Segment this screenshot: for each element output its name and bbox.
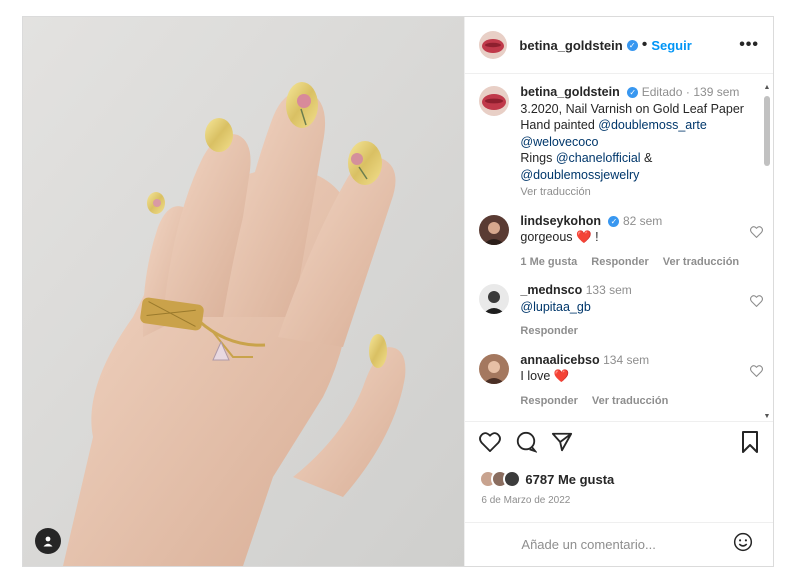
hand-with-gold-nails-image — [23, 17, 465, 566]
mention-link[interactable]: @welovecoco — [520, 135, 598, 149]
commenter-username[interactable]: lindseykohon — [520, 214, 601, 228]
scroll-down-arrow-icon[interactable]: ▼ — [763, 413, 771, 420]
person-icon — [43, 536, 53, 547]
comment-likes-count[interactable]: 1 Me gusta — [520, 254, 577, 271]
comment-body: annaalicebso 134 sem I love ❤️ Responder… — [520, 352, 749, 410]
separator-dot: • — [641, 36, 648, 53]
commenter-avatar[interactable] — [479, 284, 510, 314]
post-details-panel: betina_goldstein ✓ • Seguir ••• betina_g… — [464, 17, 773, 566]
see-translation-link[interactable]: Ver traducción — [663, 254, 739, 271]
caption-avatar[interactable] — [479, 86, 510, 116]
comment-item: _mednsco 133 sem @lupitaa_gb Responder — [479, 282, 763, 340]
comment-text: gorgeous — [520, 230, 573, 244]
comment-time[interactable]: 133 sem — [586, 283, 632, 297]
comment-time[interactable]: 82 sem — [623, 214, 662, 228]
commenter-avatar[interactable] — [479, 353, 510, 384]
like-comment-heart-icon[interactable] — [750, 225, 763, 243]
commenter-username[interactable]: _mednsco — [520, 283, 582, 297]
see-translation-link[interactable]: Ver traducción — [592, 393, 668, 410]
red-heart-emoji: ❤️ — [576, 230, 592, 244]
likes-row: 6787 Me gusta — [479, 470, 759, 488]
caption-line-4-suffix: & — [640, 151, 653, 165]
follow-button[interactable]: Seguir — [651, 38, 691, 53]
caption: betina_goldstein ✓ Editado · 139 sem 3.2… — [479, 84, 749, 201]
comment-bubble-icon[interactable] — [515, 431, 539, 458]
save-bookmark-icon[interactable] — [741, 430, 759, 458]
caption-line-4-prefix: Rings — [520, 151, 556, 165]
author-username[interactable]: betina_goldstein — [519, 38, 622, 53]
comment-text: I love — [520, 369, 551, 383]
comments-scrollbar[interactable]: ▲ ▼ — [763, 84, 771, 420]
see-translation-link[interactable]: Ver traducción — [520, 184, 749, 201]
comment-actions: Responder — [520, 323, 749, 340]
verified-badge-icon: ✓ — [626, 39, 638, 51]
add-comment-input[interactable] — [521, 537, 733, 552]
comment-item: annaalicebso 134 sem I love ❤️ Responder… — [479, 352, 763, 410]
commenter-avatar[interactable] — [479, 214, 510, 245]
scroll-up-arrow-icon[interactable]: ▲ — [763, 84, 771, 91]
reply-button[interactable]: Responder — [520, 393, 577, 410]
mention-link[interactable]: @chanelofficial — [556, 151, 641, 165]
like-comment-heart-icon[interactable] — [750, 364, 763, 382]
post-header: betina_goldstein ✓ • Seguir ••• — [465, 17, 773, 74]
more-options-icon[interactable]: ••• — [739, 36, 759, 54]
reply-button[interactable]: Responder — [520, 323, 577, 340]
liker-avatar — [503, 470, 522, 488]
mention-link[interactable]: @doublemoss_arte — [598, 118, 707, 132]
separator-dot: · — [685, 85, 690, 99]
add-comment-bar — [465, 522, 773, 566]
red-heart-emoji: ❤️ — [553, 369, 570, 383]
comment-time[interactable]: 134 sem — [603, 353, 649, 367]
caption-edited: Editado — [641, 85, 683, 99]
comment-text-suffix: ! — [591, 230, 599, 244]
comment-actions: 1 Me gusta Responder Ver traducción — [520, 254, 749, 271]
caption-username[interactable]: betina_goldstein — [520, 85, 619, 99]
mention-link[interactable]: @doublemossjewelry — [520, 168, 639, 182]
comment-actions: Responder Ver traducción — [520, 393, 749, 410]
comment-item: lindseykohon ✓ 82 sem gorgeous ❤️ ! 1 Me… — [479, 213, 763, 271]
author-avatar[interactable] — [479, 31, 508, 59]
caption-line-2-prefix: Hand painted — [520, 118, 599, 132]
post-date[interactable]: 6 de Marzo de 2022 — [481, 495, 759, 506]
commenter-username[interactable]: annaalicebso — [520, 353, 599, 367]
like-comment-heart-icon[interactable] — [750, 294, 763, 312]
post-action-icons — [479, 430, 759, 458]
like-heart-icon[interactable] — [479, 431, 502, 457]
mention-link[interactable]: @lupitaa_gb — [520, 300, 590, 314]
emoji-smiley-icon[interactable] — [733, 532, 753, 557]
tagged-users-button[interactable] — [35, 528, 61, 554]
scroll-thumb[interactable] — [764, 96, 770, 166]
comment-body: lindseykohon ✓ 82 sem gorgeous ❤️ ! 1 Me… — [520, 213, 749, 271]
likers-avatars[interactable] — [479, 470, 522, 488]
reply-button[interactable]: Responder — [591, 254, 648, 271]
post-photo[interactable] — [23, 17, 465, 566]
caption-line-1: 3.2020, Nail Varnish on Gold Leaf Paper — [520, 101, 744, 116]
share-paper-plane-icon[interactable] — [551, 431, 573, 458]
comment-body: _mednsco 133 sem @lupitaa_gb Responder — [520, 282, 749, 340]
post-actions-section: 6787 Me gusta 6 de Marzo de 2022 — [465, 421, 773, 521]
verified-badge-icon: ✓ — [627, 87, 639, 99]
likes-count[interactable]: 6787 Me gusta — [525, 472, 614, 487]
caption-body: betina_goldstein ✓ Editado · 139 sem 3.2… — [520, 84, 749, 201]
verified-badge-icon: ✓ — [608, 215, 620, 227]
post-modal: betina_goldstein ✓ • Seguir ••• betina_g… — [22, 16, 774, 567]
comments-list[interactable]: betina_goldstein ✓ Editado · 139 sem 3.2… — [465, 74, 773, 421]
caption-time[interactable]: 139 sem — [693, 85, 739, 99]
